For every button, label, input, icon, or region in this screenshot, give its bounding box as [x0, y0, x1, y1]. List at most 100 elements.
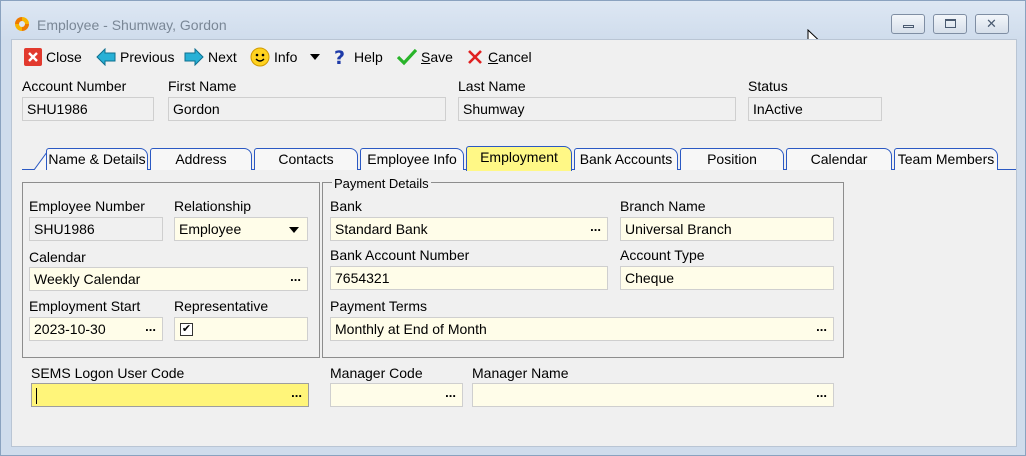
relationship-value: Employee — [179, 221, 242, 237]
tab-address[interactable]: Address — [150, 148, 252, 170]
branch-name-label: Branch Name — [620, 198, 706, 214]
save-button[interactable]: Save — [397, 47, 453, 67]
relationship-select[interactable]: Employee — [174, 217, 308, 241]
account-number-value: SHU1986 — [27, 101, 88, 117]
tab-bank-accounts[interactable]: Bank Accounts — [574, 148, 678, 170]
save-button-label: Save — [421, 49, 453, 65]
next-button-label: Next — [208, 49, 237, 65]
bank-value: Standard Bank — [335, 221, 428, 237]
payment-terms-field[interactable]: Monthly at End of Month ... — [330, 317, 834, 341]
tab-position[interactable]: Position — [680, 148, 784, 170]
toolbar: Close Previous Next Info ? Help Save Can… — [12, 40, 1016, 70]
cancel-button[interactable]: Cancel — [466, 47, 532, 67]
calendar-lookup-button[interactable]: ... — [290, 269, 301, 284]
employment-start-value: 2023-10-30 — [34, 321, 106, 337]
tab-label: Team Members — [897, 151, 995, 167]
bank-account-number-field[interactable]: 7654321 — [330, 266, 608, 290]
tab-label: Employee Info — [367, 151, 457, 167]
manager-name-lookup-button[interactable]: ... — [816, 385, 827, 400]
arrow-left-icon — [96, 48, 116, 66]
next-button[interactable]: Next — [184, 47, 237, 67]
tab-label: Calendar — [810, 151, 868, 167]
minimize-button[interactable] — [891, 14, 925, 34]
status-field[interactable]: InActive — [748, 97, 882, 121]
calendar-value: Weekly Calendar — [34, 271, 141, 287]
tab-label: Address — [175, 151, 227, 167]
employee-number-value: SHU1986 — [34, 221, 95, 237]
close-button-label: Close — [46, 49, 82, 65]
last-name-value: Shumway — [463, 101, 525, 117]
manager-code-field[interactable]: ... — [330, 383, 463, 407]
account-type-label: Account Type — [620, 247, 705, 263]
branch-name-field[interactable]: Universal Branch — [620, 217, 834, 241]
close-x-icon — [24, 48, 42, 66]
cancel-button-label: Cancel — [488, 49, 532, 65]
status-label: Status — [748, 78, 788, 94]
payment-terms-value: Monthly at End of Month — [335, 321, 487, 337]
info-button[interactable]: Info — [250, 47, 297, 67]
previous-button[interactable]: Previous — [96, 47, 174, 67]
tab-name-details[interactable]: Name & Details — [46, 148, 148, 170]
sems-logon-user-code-label: SEMS Logon User Code — [31, 365, 185, 381]
representative-checkbox[interactable]: ✔ — [180, 323, 193, 336]
smiley-icon — [250, 47, 270, 67]
last-name-field[interactable]: Shumway — [458, 97, 736, 121]
maximize-button[interactable] — [933, 14, 967, 34]
account-type-value: Cheque — [625, 270, 675, 286]
maximize-icon — [945, 19, 956, 28]
form-client-area: Close Previous Next Info ? Help Save Can… — [11, 39, 1017, 447]
first-name-value: Gordon — [173, 101, 220, 117]
bank-account-number-label: Bank Account Number — [330, 247, 470, 263]
info-dropdown-button[interactable] — [310, 47, 324, 67]
help-button[interactable]: ? Help — [332, 47, 383, 67]
calendar-field[interactable]: Weekly Calendar ... — [29, 267, 308, 291]
close-window-button[interactable]: ✕ — [975, 14, 1009, 34]
first-name-label: First Name — [168, 78, 237, 94]
manager-name-label: Manager Name — [472, 365, 569, 381]
tab-contacts[interactable]: Contacts — [254, 148, 358, 170]
account-number-label: Account Number — [22, 78, 127, 94]
employee-window: Employee - Shumway, Gordon ✕ Close Previ… — [0, 0, 1026, 456]
checkmark-icon — [397, 48, 417, 66]
account-type-field[interactable]: Cheque — [620, 266, 834, 290]
tab-label: Bank Accounts — [579, 151, 673, 167]
bank-field[interactable]: Standard Bank ... — [330, 217, 608, 241]
cancel-accelerator: C — [488, 49, 499, 65]
close-button[interactable]: Close — [24, 47, 82, 67]
employment-start-label: Employment Start — [29, 298, 141, 314]
help-button-label: Help — [354, 49, 383, 65]
manager-code-lookup-button[interactable]: ... — [445, 385, 456, 400]
sems-logon-user-code-field[interactable]: ... — [31, 383, 309, 407]
save-label-rest: ave — [430, 49, 453, 65]
tab-employment[interactable]: Employment — [466, 146, 572, 171]
manager-name-field[interactable]: ... — [472, 383, 834, 407]
manager-code-label: Manager Code — [330, 365, 423, 381]
tab-label: Contacts — [278, 151, 334, 167]
payment-terms-label: Payment Terms — [330, 298, 427, 314]
status-value: InActive — [753, 101, 803, 117]
tab-team-members[interactable]: Team Members — [894, 148, 998, 170]
tab-label: Position — [707, 151, 757, 167]
text-caret — [36, 388, 37, 404]
tab-employee-info[interactable]: Employee Info — [360, 148, 464, 170]
app-logo-icon — [15, 17, 29, 31]
branch-name-value: Universal Branch — [625, 221, 732, 237]
employment-start-field[interactable]: 2023-10-30 ... — [29, 317, 163, 341]
question-mark-icon: ? — [334, 47, 345, 67]
account-number-field[interactable]: SHU1986 — [22, 97, 154, 121]
representative-field: ✔ — [174, 317, 308, 341]
title-bar[interactable]: Employee - Shumway, Gordon ✕ — [1, 1, 1025, 37]
representative-label: Representative — [174, 298, 269, 314]
employment-start-picker-button[interactable]: ... — [145, 319, 156, 334]
dropdown-triangle-icon — [310, 54, 320, 60]
calendar-label: Calendar — [29, 249, 86, 265]
employee-number-field[interactable]: SHU1986 — [29, 217, 163, 241]
first-name-field[interactable]: Gordon — [168, 97, 446, 121]
payment-terms-lookup-button[interactable]: ... — [816, 319, 827, 334]
cancel-x-icon — [468, 50, 482, 64]
payment-details-title: Payment Details — [332, 176, 431, 191]
sems-logon-lookup-button[interactable]: ... — [291, 385, 302, 400]
relationship-label: Relationship — [174, 198, 252, 214]
bank-lookup-button[interactable]: ... — [590, 219, 601, 234]
tab-calendar[interactable]: Calendar — [786, 148, 892, 170]
